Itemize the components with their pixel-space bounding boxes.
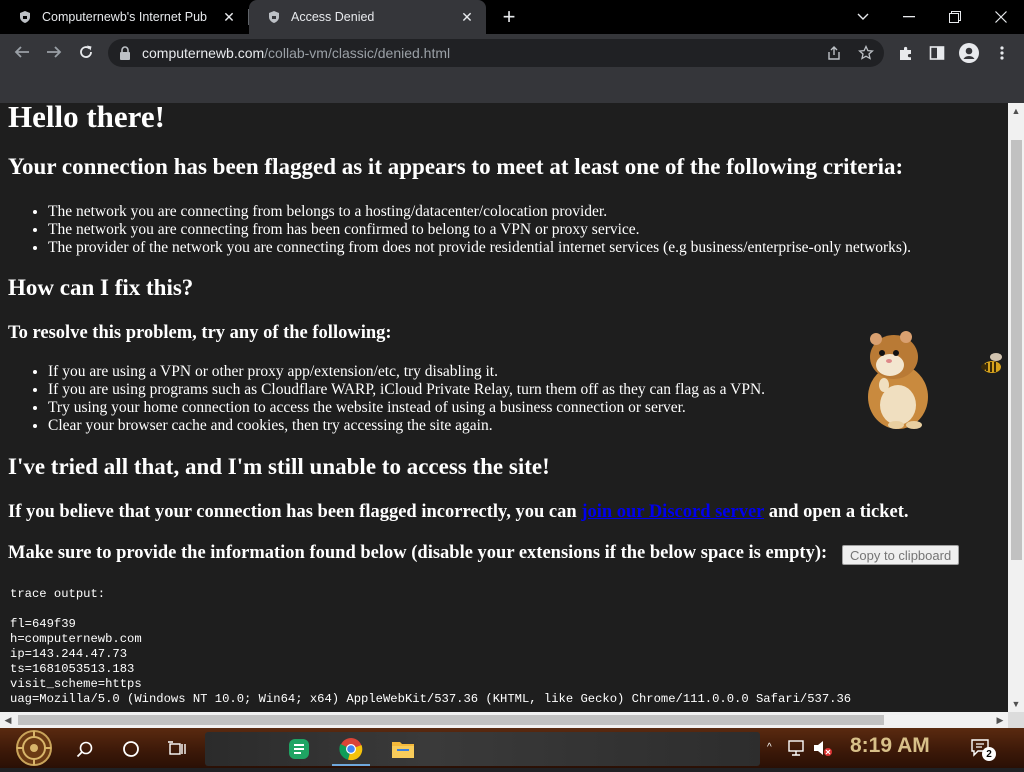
tab-access-denied[interactable]: Access Denied ✕ <box>249 0 486 34</box>
lock-icon[interactable] <box>118 45 132 61</box>
copy-to-clipboard-button[interactable]: Copy to clipboard <box>842 545 960 565</box>
incorrect-prefix: If you believe that your connection has … <box>8 502 577 522</box>
incorrect-suffix: and open a ticket. <box>768 502 909 522</box>
network-icon[interactable] <box>786 738 808 758</box>
bookmark-star-icon[interactable] <box>856 43 876 63</box>
scrollbar-corner <box>1008 712 1024 728</box>
trace-line: ts=1681053513.183 <box>10 662 135 676</box>
trace-output[interactable]: trace output: fl=649f39 h=computernewb.c… <box>10 587 851 707</box>
scroll-right-arrow-icon[interactable]: ▶ <box>992 712 1008 728</box>
horizontal-scroll-thumb[interactable] <box>18 715 884 725</box>
minimize-button[interactable] <box>886 0 932 34</box>
cortana-icon[interactable] <box>112 732 150 766</box>
task-view-icon[interactable] <box>158 732 196 766</box>
trace-line: uag=Mozilla/5.0 (Windows NT 10.0; Win64;… <box>10 692 852 706</box>
url-host: computernewb.com <box>142 45 265 61</box>
list-item: If you are using programs such as Cloudf… <box>48 381 765 399</box>
start-button[interactable] <box>8 729 60 767</box>
site-favicon-icon <box>267 10 281 24</box>
extensions-puzzle-icon[interactable] <box>895 42 917 64</box>
share-icon[interactable] <box>824 43 844 63</box>
url-path: /collab-vm/classic/denied.html <box>264 45 451 61</box>
side-panel-icon[interactable] <box>926 42 948 64</box>
tab-search-chevron-icon[interactable] <box>840 0 886 34</box>
notification-center-icon[interactable]: 2 <box>970 737 996 761</box>
info-instructions: Make sure to provide the information fou… <box>8 543 828 563</box>
scroll-left-arrow-icon[interactable]: ◀ <box>0 712 16 728</box>
list-item: If you are using a VPN or other proxy ap… <box>48 363 765 381</box>
notification-count-badge: 2 <box>982 747 996 761</box>
fix-heading: How can I fix this? <box>8 275 194 300</box>
vertical-scroll-thumb[interactable] <box>1011 140 1022 560</box>
sheets-app-icon[interactable] <box>280 732 318 766</box>
resolve-heading: To resolve this problem, try any of the … <box>8 323 392 343</box>
menu-kebab-icon[interactable] <box>991 42 1013 64</box>
profile-avatar-icon[interactable] <box>958 42 980 64</box>
active-app-indicator <box>332 764 370 766</box>
tried-heading: I've tried all that, and I'm still unabl… <box>8 454 550 479</box>
restore-button[interactable] <box>932 0 978 34</box>
new-tab-button[interactable]: + <box>497 4 521 29</box>
bookmarks-bar <box>0 72 1024 104</box>
search-icon[interactable] <box>66 732 104 766</box>
tab-title: Access Denied <box>291 10 375 24</box>
page-heading: Hello there! <box>8 103 165 134</box>
scroll-up-arrow-icon[interactable]: ▲ <box>1008 103 1024 119</box>
incorrect-flag-text: If you believe that your connection has … <box>8 502 909 523</box>
list-item: Try using your home connection to access… <box>48 399 765 417</box>
list-item: The network you are connecting from has … <box>48 221 911 239</box>
tab-computernewb-pub[interactable]: Computernewb's Internet Pub ✕ <box>0 0 248 34</box>
volume-muted-icon[interactable] <box>812 738 834 758</box>
bee-image <box>981 353 1002 373</box>
trace-line: ip=143.244.47.73 <box>10 647 128 661</box>
close-window-button[interactable] <box>978 0 1024 34</box>
list-item: The provider of the network you are conn… <box>48 239 911 257</box>
close-tab-icon[interactable]: ✕ <box>220 8 238 26</box>
tab-title: Computernewb's Internet Pub <box>42 10 207 24</box>
flag-heading: Your connection has been flagged as it a… <box>8 154 904 179</box>
discord-link[interactable]: join our Discord server <box>581 502 764 522</box>
trace-line: visit_scheme=https <box>10 677 142 691</box>
url-text[interactable]: computernewb.com/collab-vm/classic/denie… <box>142 45 450 61</box>
trace-line: trace output: <box>10 587 106 601</box>
trace-line: fl=649f39 <box>10 617 76 631</box>
list-item: The network you are connecting from belo… <box>48 203 911 221</box>
trace-line: h=computernewb.com <box>10 632 142 646</box>
page-viewport: Hello there! Your connection has been fl… <box>0 103 1008 712</box>
show-hidden-icons-chevron-icon[interactable]: ^ <box>767 742 772 753</box>
scroll-down-arrow-icon[interactable]: ▼ <box>1008 696 1024 712</box>
forward-button[interactable] <box>40 38 68 66</box>
system-clock[interactable]: 8:19 AM <box>850 734 930 758</box>
fixes-list: If you are using a VPN or other proxy ap… <box>8 363 765 435</box>
file-explorer-icon[interactable] <box>384 732 422 766</box>
reload-button[interactable] <box>72 38 100 66</box>
chrome-app-icon[interactable] <box>332 732 370 766</box>
list-item: Clear your browser cache and cookies, th… <box>48 417 765 435</box>
criteria-list: The network you are connecting from belo… <box>8 203 911 257</box>
site-favicon-icon <box>18 10 32 24</box>
hamster-image <box>868 331 928 429</box>
back-button[interactable] <box>8 38 36 66</box>
close-tab-icon[interactable]: ✕ <box>458 8 476 26</box>
